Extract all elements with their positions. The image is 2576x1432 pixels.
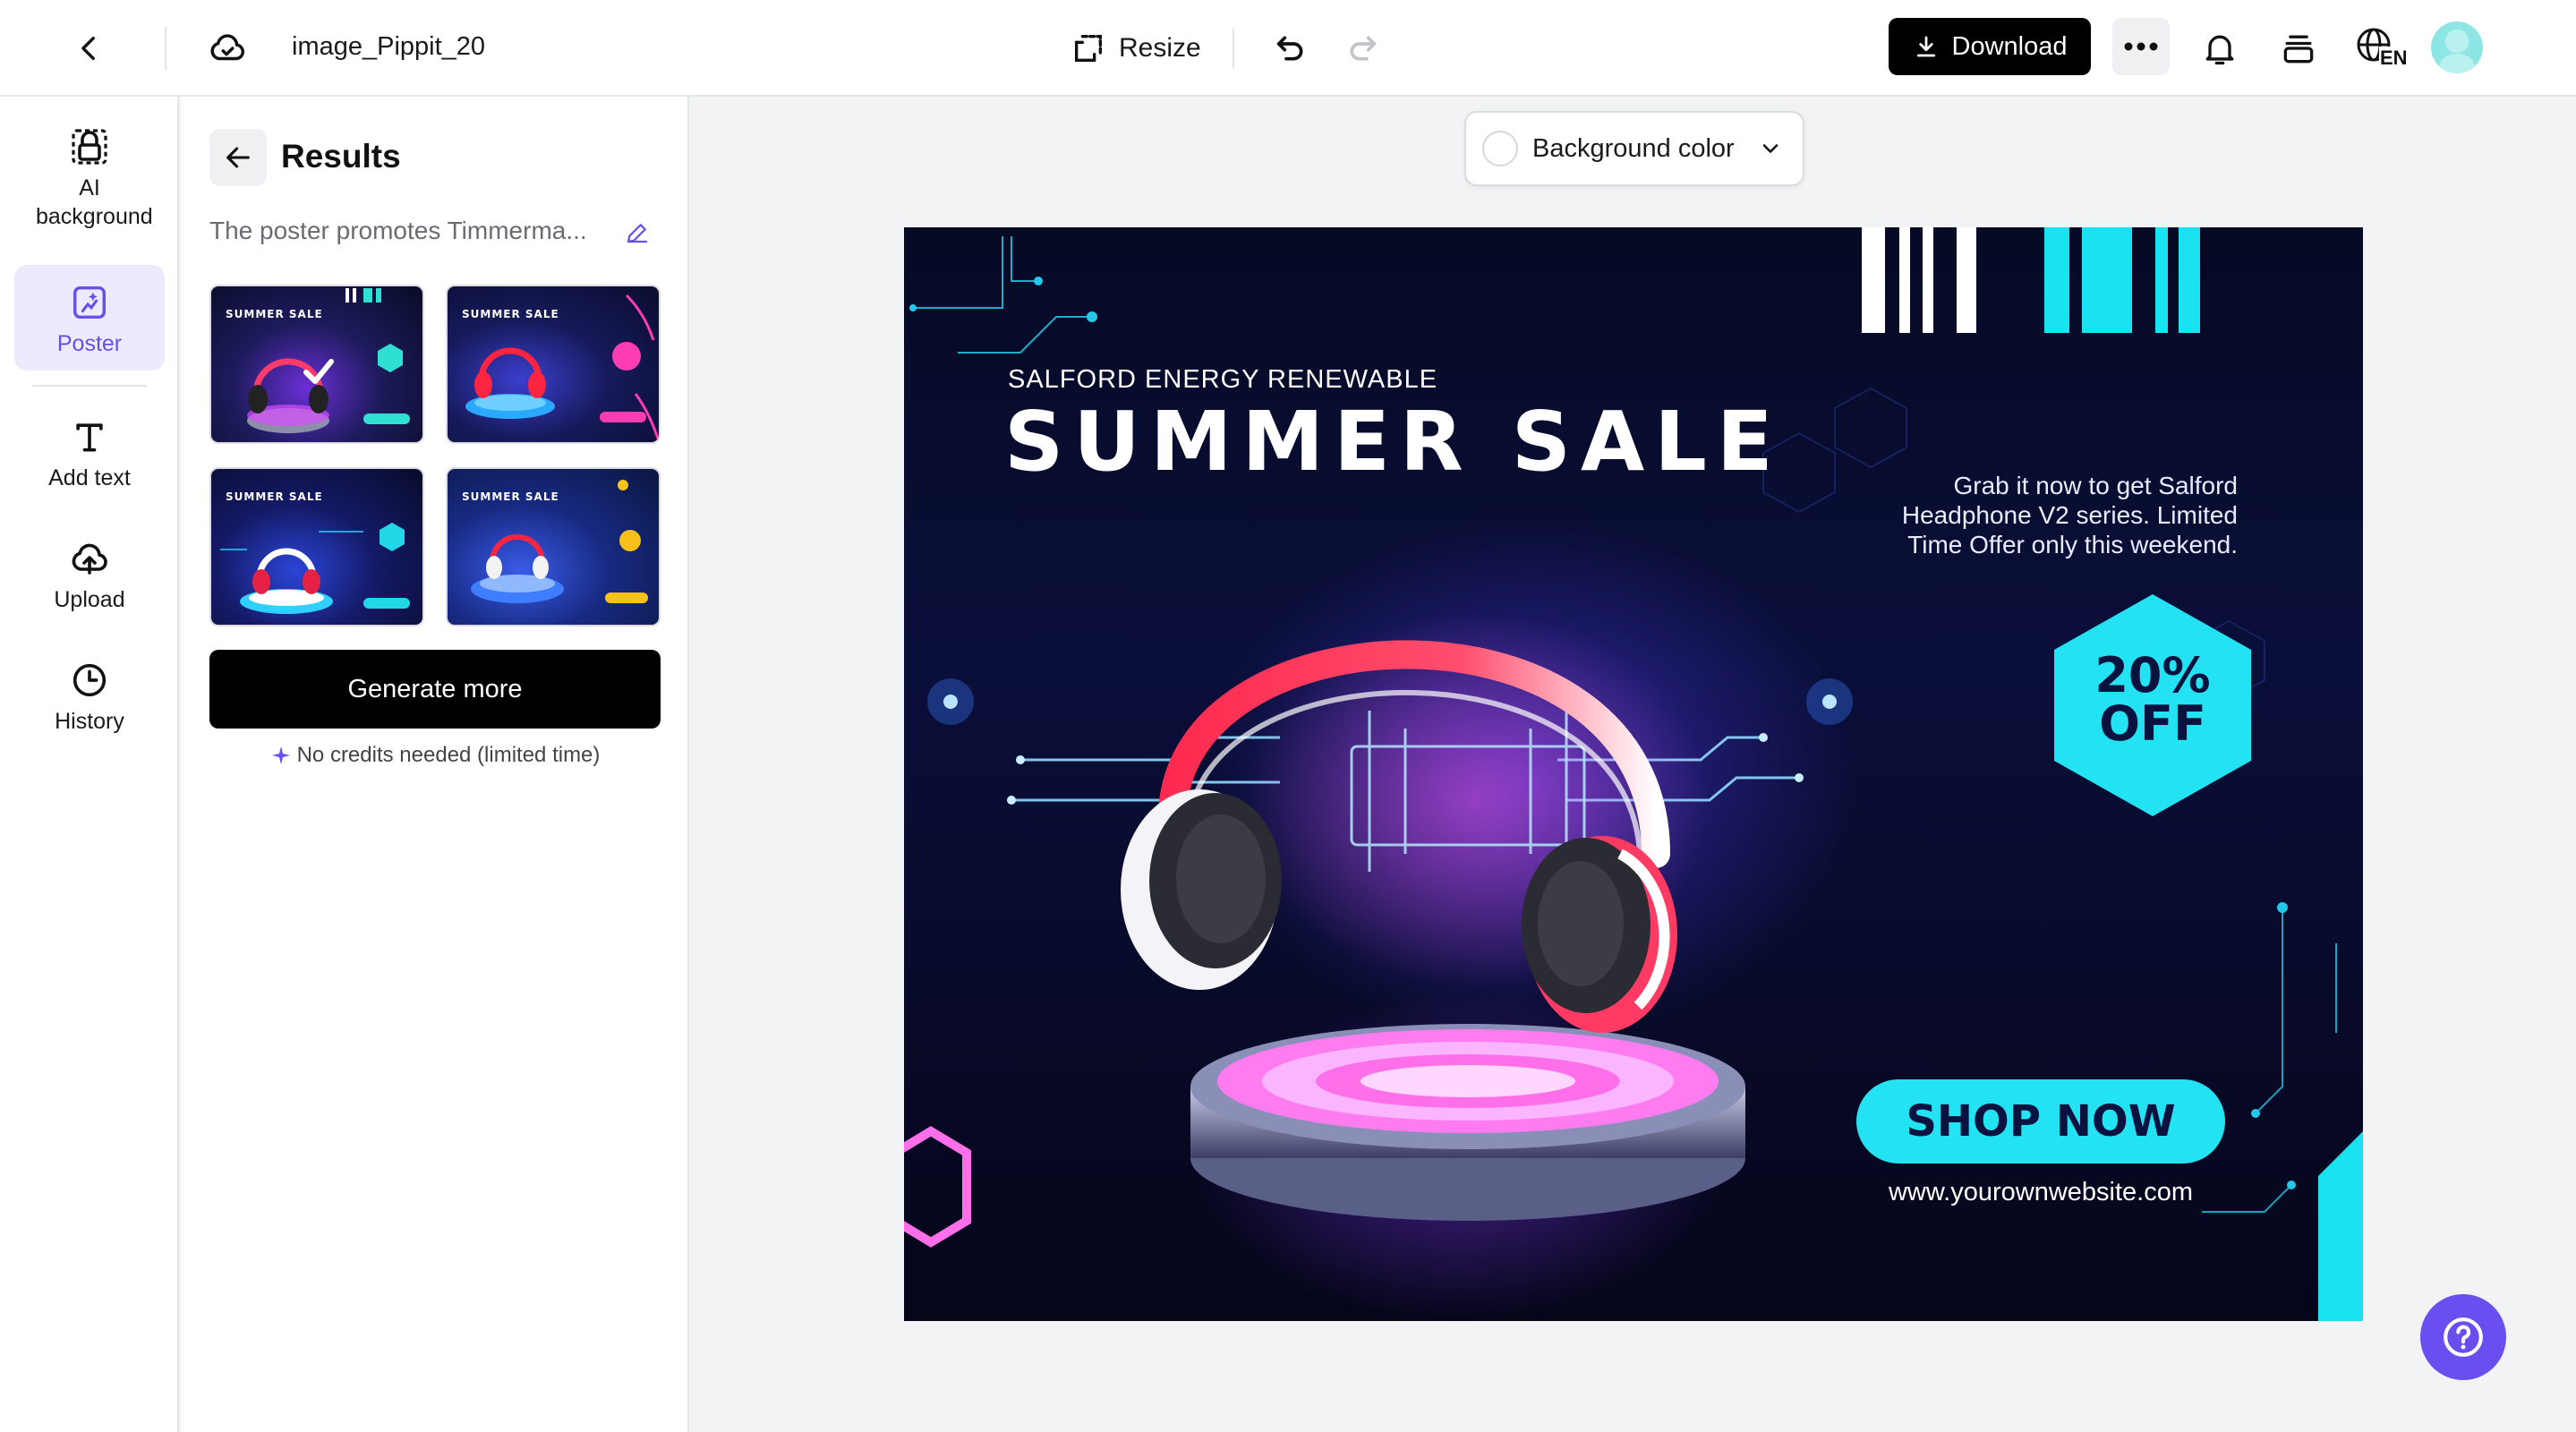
color-swatch	[1482, 131, 1518, 166]
sidebar-item-label: AI background	[36, 175, 153, 229]
more-dots-icon	[2124, 42, 2158, 51]
thumbnail-title: SUMMER SALE	[462, 308, 559, 320]
sidebar-item-label: Add text	[48, 465, 131, 490]
edit-prompt-button[interactable]	[619, 215, 655, 251]
sidebar-item-label: Upload	[54, 587, 125, 612]
result-thumbnail[interactable]: SUMMER SALE	[209, 467, 424, 626]
poster-brand[interactable]: SALFORD ENERGY RENEWABLE	[1008, 365, 1437, 395]
left-toolbar: AI background Poster Add text Upload His…	[0, 97, 179, 1432]
result-thumbnail[interactable]: SUMMER SALE	[446, 467, 661, 626]
poster-canvas[interactable]: SALFORD ENERGY RENEWABLE SUMMER SALE Gra…	[904, 227, 2363, 1321]
stack-icon	[2283, 35, 2314, 64]
sidebar-item-poster[interactable]: Poster	[14, 265, 165, 371]
thumbnail-title: SUMMER SALE	[226, 490, 323, 503]
results-panel: Results The poster promotes Timmerma... …	[181, 97, 689, 1432]
undo-button[interactable]	[1264, 21, 1318, 75]
divider	[1233, 29, 1234, 68]
redo-icon	[1350, 36, 1377, 61]
results-back-button[interactable]	[209, 129, 267, 186]
badge-line-1: 20%	[2094, 647, 2211, 703]
arrow-left-icon	[226, 147, 250, 168]
discount-badge[interactable]: 20% OFF	[2041, 652, 2265, 748]
divider	[165, 27, 166, 70]
credits-note: No credits needed (limited time)	[209, 743, 661, 768]
chevron-left-icon	[81, 36, 95, 61]
help-button[interactable]	[2420, 1294, 2506, 1380]
back-button[interactable]	[63, 21, 116, 75]
language-code: EN	[2379, 47, 2409, 70]
sidebar-item-label: History	[55, 709, 124, 734]
sidebar-item-label: Poster	[56, 331, 123, 356]
prompt-text: The poster promotes Timmerma...	[209, 217, 587, 244]
layers-button[interactable]	[2270, 20, 2327, 77]
sidebar-item-history[interactable]: History	[14, 655, 165, 745]
ai-background-icon	[68, 122, 111, 172]
poster-description[interactable]: Grab it now to get Salford Headphone V2 …	[1844, 471, 2238, 559]
question-icon	[2444, 1317, 2483, 1357]
poster-url[interactable]: www.yourownwebsite.com	[1856, 1178, 2225, 1207]
upload-icon	[68, 533, 111, 584]
generate-more-button[interactable]: Generate more	[209, 650, 661, 729]
background-color-label: Background color	[1532, 133, 1735, 163]
file-name[interactable]: image_Pippit_20	[292, 29, 485, 64]
results-title: Results	[281, 138, 401, 175]
resize-icon	[1075, 35, 1102, 63]
credits-text: No credits needed (limited time)	[296, 743, 601, 767]
redo-button[interactable]	[1335, 21, 1389, 75]
result-thumbnail[interactable]: SUMMER SALE	[209, 285, 424, 444]
download-icon	[1916, 36, 1935, 57]
background-color-dropdown[interactable]: Background color	[1464, 111, 1804, 186]
download-button[interactable]: Download	[1889, 18, 2091, 75]
notifications-button[interactable]	[2191, 20, 2248, 77]
download-label: Download	[1951, 31, 2068, 61]
resize-button[interactable]: Resize	[1070, 21, 1201, 75]
sidebar-item-ai-background[interactable]: AI background	[14, 122, 165, 238]
poster-title[interactable]: SUMMER SALE	[1004, 394, 1783, 490]
text-icon	[70, 412, 109, 462]
chevron-down-icon	[1754, 132, 1787, 165]
thumbnail-title: SUMMER SALE	[226, 308, 323, 320]
undo-icon	[1276, 36, 1303, 61]
avatar[interactable]	[2431, 21, 2483, 73]
bell-icon	[2205, 35, 2234, 65]
result-thumbnail[interactable]: SUMMER SALE	[446, 285, 661, 444]
top-bar: image_Pippit_20 Resize Download EN	[0, 0, 2576, 97]
sidebar-item-add-text[interactable]: Add text	[14, 412, 165, 501]
pencil-icon	[627, 224, 648, 243]
cloud-save-icon[interactable]	[200, 23, 254, 73]
resize-label: Resize	[1119, 33, 1201, 63]
sparkle-icon	[271, 746, 290, 764]
language-button[interactable]: EN	[2350, 20, 2413, 77]
thumbnail-title: SUMMER SALE	[462, 490, 559, 503]
more-options-button[interactable]	[2112, 18, 2170, 75]
sidebar-item-upload[interactable]: Upload	[14, 533, 165, 623]
poster-icon	[69, 277, 110, 328]
shop-now-cta[interactable]: SHOP NOW	[1856, 1079, 2225, 1164]
history-icon	[69, 655, 110, 705]
divider	[32, 385, 147, 387]
badge-line-2: OFF	[2099, 695, 2206, 752]
